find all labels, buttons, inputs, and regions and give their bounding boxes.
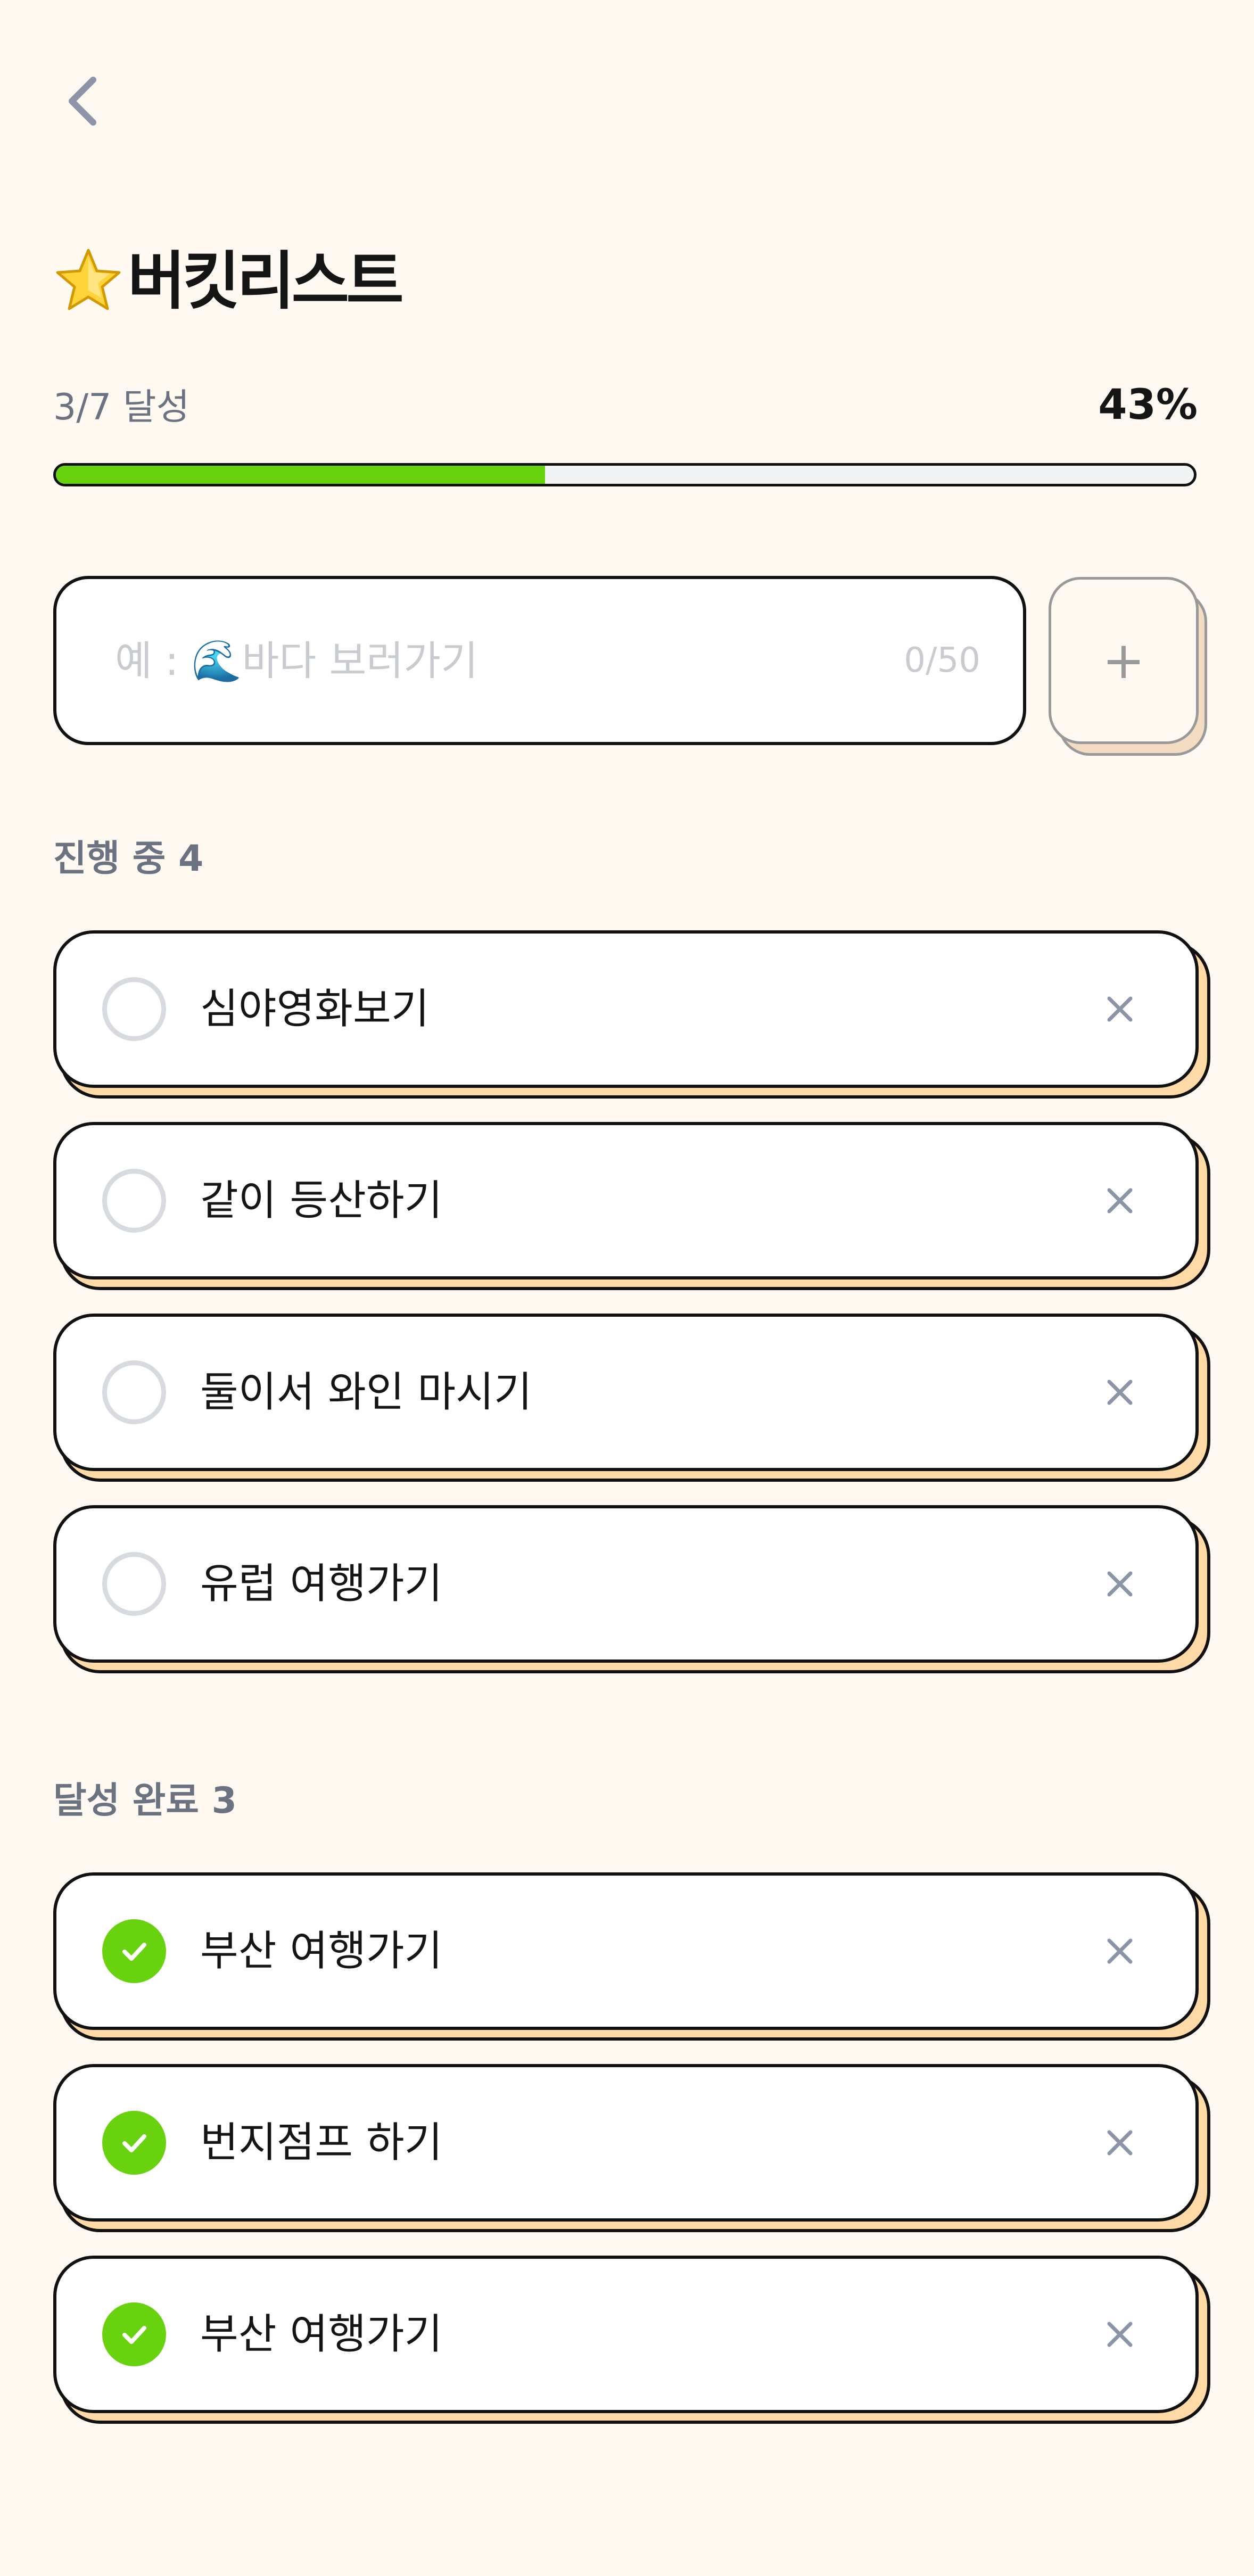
check-icon[interactable] xyxy=(102,1919,166,1983)
done-section-title: 달성 완료 3 xyxy=(53,1780,237,1822)
item-label: 둘이서 와인 마시기 xyxy=(200,1368,532,1416)
list-item: 번지점프 하기 xyxy=(53,2064,1211,2234)
active-list: 심야영화보기 같이 등산하기 둘이서 와인 마시기 유럽 여행가기 xyxy=(53,930,1211,1697)
progress-fill xyxy=(56,466,546,484)
circle-check-icon[interactable] xyxy=(102,1552,166,1616)
done-list: 부산 여행가기 번지점프 하기 부산 여행가기 xyxy=(53,1872,1211,2447)
list-item: 부산 여행가기 xyxy=(53,2256,1211,2426)
checkmark-icon xyxy=(122,1943,146,1961)
circle-check-icon[interactable] xyxy=(102,1169,166,1233)
close-icon[interactable] xyxy=(1099,1930,1141,1972)
close-icon[interactable] xyxy=(1099,988,1141,1030)
check-icon[interactable] xyxy=(102,2302,166,2366)
close-icon[interactable] xyxy=(1099,1371,1141,1414)
list-item: 유럽 여행가기 xyxy=(53,1505,1211,1675)
item-label: 부산 여행가기 xyxy=(200,1927,443,1975)
x-icon xyxy=(1107,2130,1133,2156)
bucket-input-container[interactable]: 0/50 xyxy=(53,576,1026,745)
item-card: 번지점프 하기 xyxy=(53,2064,1199,2222)
item-label: 부산 여행가기 xyxy=(200,2310,443,2358)
close-icon[interactable] xyxy=(1099,1563,1141,1605)
item-label: 같이 등산하기 xyxy=(200,1177,443,1225)
x-icon xyxy=(1107,2322,1133,2347)
x-icon xyxy=(1107,1380,1133,1405)
circle-check-icon[interactable] xyxy=(102,977,166,1041)
item-card: 같이 등산하기 xyxy=(53,1122,1199,1279)
plus-icon: + xyxy=(1102,631,1145,690)
progress-bar xyxy=(53,463,1197,486)
item-card: 유럽 여행가기 xyxy=(53,1505,1199,1663)
x-icon xyxy=(1107,1571,1133,1597)
list-item: 부산 여행가기 xyxy=(53,1872,1211,2043)
circle-check-icon[interactable] xyxy=(102,1360,166,1424)
x-icon xyxy=(1107,1188,1133,1213)
checkmark-icon xyxy=(122,2134,146,2152)
character-counter: 0/50 xyxy=(904,641,980,680)
active-section-title: 진행 중 4 xyxy=(53,838,204,880)
close-icon[interactable] xyxy=(1099,2121,1141,2164)
item-label: 유럽 여행가기 xyxy=(200,1560,443,1608)
list-item: 같이 등산하기 xyxy=(53,1122,1211,1292)
close-icon[interactable] xyxy=(1099,2313,1141,2356)
chevron-left-icon xyxy=(69,77,96,126)
x-icon xyxy=(1107,1938,1133,1964)
progress-label: 3/7 달성 xyxy=(53,386,190,428)
add-button-wrapper: + xyxy=(1049,577,1208,756)
x-icon xyxy=(1107,996,1133,1022)
item-label: 번지점프 하기 xyxy=(200,2119,443,2167)
back-button[interactable] xyxy=(53,69,112,133)
progress-percent: 43% xyxy=(1098,381,1198,429)
checkmark-icon xyxy=(122,2326,146,2344)
page-title: 버킷리스트 xyxy=(53,238,404,324)
bucket-list-page: 버킷리스트 3/7 달성 43% 0/50 + 진행 중 4 심야영화보기 xyxy=(0,0,1254,2576)
item-card: 부산 여행가기 xyxy=(53,1872,1199,2030)
add-button[interactable]: + xyxy=(1049,577,1199,744)
item-card: 심야영화보기 xyxy=(53,930,1199,1088)
bucket-item-input[interactable] xyxy=(114,636,888,685)
star-icon xyxy=(56,249,121,310)
list-item: 심야영화보기 xyxy=(53,930,1211,1101)
check-icon[interactable] xyxy=(102,2111,166,2175)
item-card: 부산 여행가기 xyxy=(53,2256,1199,2413)
close-icon[interactable] xyxy=(1099,1179,1141,1222)
item-label: 심야영화보기 xyxy=(200,985,430,1033)
item-card: 둘이서 와인 마시기 xyxy=(53,1314,1199,1471)
page-title-text: 버킷리스트 xyxy=(128,244,404,318)
list-item: 둘이서 와인 마시기 xyxy=(53,1314,1211,1484)
